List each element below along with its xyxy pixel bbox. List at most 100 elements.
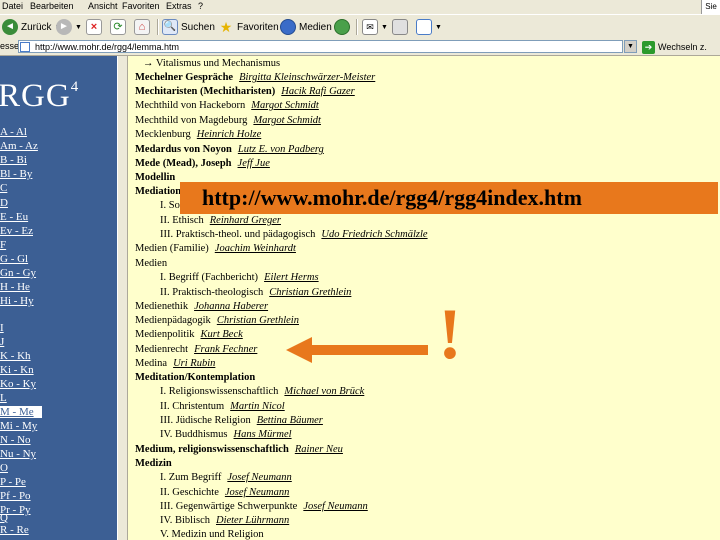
sidebar-item-a-al[interactable]: A - Al [0, 126, 27, 138]
sidebar-item-pf-po[interactable]: Pf - Po [0, 490, 31, 502]
history-icon [334, 19, 350, 35]
sidebar-item-ev-ez[interactable]: Ev - Ez [0, 225, 33, 237]
sidebar-item-nu-ny[interactable]: Nu - Ny [0, 448, 36, 460]
sidebar-item-j[interactable]: J [0, 336, 4, 348]
list-item[interactable]: Medina Uri Rubin [135, 358, 215, 369]
mail-icon: ✉ [362, 19, 378, 35]
sidebar-item-am-az[interactable]: Am - Az [0, 140, 38, 152]
list-item[interactable]: Medienethik Johanna Haberer [135, 301, 268, 312]
sidebar-item-c[interactable]: C [0, 182, 7, 194]
exclamation-mark: ! [438, 294, 462, 374]
list-item[interactable]: Medium, religionswissenschaftlich Rainer … [135, 444, 343, 455]
sidebar-item-ki-kn[interactable]: Ki - Kn [0, 364, 34, 376]
sidebar-item-h-he[interactable]: H - He [0, 281, 30, 293]
menu-ansicht[interactable]: Ansicht [88, 1, 118, 11]
search-label: Suchen [181, 21, 215, 33]
refresh-button[interactable]: ⟳ [110, 18, 126, 36]
mail-button[interactable]: ✉ ▼ [362, 18, 388, 36]
list-item[interactable]: Mediation [135, 186, 181, 197]
back-button[interactable]: ◄ Zurück ▼ [2, 18, 62, 36]
list-item[interactable]: Mede (Mead), Joseph Jeff Jue [135, 158, 270, 169]
list-item[interactable]: IV. Buddhismus Hans Mürmel [160, 429, 292, 440]
menu-extras[interactable]: Extras [166, 1, 192, 11]
media-button[interactable]: Medien [280, 18, 332, 36]
sidebar-item-f[interactable]: F [0, 239, 6, 251]
print-button[interactable] [392, 18, 408, 36]
list-item[interactable]: III. Gegenwärtige Schwerpunkte Josef Neum… [160, 501, 368, 512]
home-button[interactable]: ⌂ [134, 18, 150, 36]
list-item[interactable]: Medienpolitik Kurt Beck [135, 329, 243, 340]
forward-button[interactable]: ► ▼ [56, 18, 82, 36]
list-item[interactable]: I. Zum Begriff Josef Neumann [160, 472, 292, 483]
rgg-logo: RGG4 [0, 78, 80, 114]
window-title-stub: Sie [701, 0, 720, 14]
address-label: esse [0, 41, 20, 51]
list-item[interactable]: I. So [160, 200, 180, 211]
sidebar-item-mi-my[interactable]: Mi - My [0, 420, 37, 432]
list-item[interactable]: Mecklenburg Heinrich Holze [135, 129, 261, 140]
sidebar-item-m-me[interactable]: M - Me [0, 406, 42, 418]
sidebar-item-bl-by[interactable]: Bl - By [0, 168, 32, 180]
list-item[interactable]: III. Praktisch-theol. und pädagogisch Udo… [160, 229, 428, 240]
list-item[interactable]: Meditation/Kontemplation [135, 372, 255, 383]
history-button[interactable] [334, 18, 350, 36]
mail-dropdown-icon[interactable]: ▼ [381, 24, 388, 31]
sidebar: RGG4 A - Al Am - Az B - Bi Bl - By C D E… [0, 56, 117, 540]
list-item[interactable]: Mechthild von Hackeborn Margot Schmidt [135, 100, 319, 111]
forward-dropdown-icon[interactable]: ▼ [75, 24, 82, 31]
sidebar-item-o[interactable]: O [0, 462, 8, 474]
list-item[interactable]: Medien (Familie) Joachim Weinhardt [135, 243, 296, 254]
list-item[interactable]: II. Christentum Martin Nicol [160, 401, 285, 412]
favorites-button[interactable]: ★ Favoriten [218, 18, 279, 36]
sidebar-item-gn-gy[interactable]: Gn - Gy [0, 267, 36, 279]
stop-button[interactable]: × [86, 18, 102, 36]
menu-bearbeiten[interactable]: Bearbeiten [30, 1, 74, 11]
media-globe-icon [280, 19, 296, 35]
list-item[interactable]: Mechitaristen (Mechitharisten) Hacik Rafi… [135, 86, 355, 97]
list-item[interactable]: IV. Biblisch Dieter Lührmann [160, 515, 289, 526]
list-item[interactable]: Medienpädagogik Christian Grethlein [135, 315, 299, 326]
list-item[interactable]: I. Religionswissenschaftlich Michael von … [160, 386, 364, 397]
list-item[interactable]: Mechthild von Magdeburg Margot Schmidt [135, 115, 321, 126]
sidebar-item-e-eu[interactable]: E - Eu [0, 211, 28, 223]
media-label: Medien [299, 21, 332, 33]
sidebar-item-n-no[interactable]: N - No [0, 434, 31, 446]
sidebar-item-i[interactable]: I [0, 322, 4, 334]
menu-favoriten[interactable]: Favoriten [122, 1, 160, 11]
sidebar-item-b-bi[interactable]: B - Bi [0, 154, 27, 166]
page-icon [20, 42, 30, 52]
search-button[interactable]: 🔍 Suchen [162, 18, 215, 36]
list-item[interactable]: I. Begriff (Fachbericht) Eilert Herms [160, 272, 319, 283]
sidebar-item-ko-ky[interactable]: Ko - Ky [0, 378, 36, 390]
list-item[interactable]: III. Jüdische Religion Bettina Bäumer [160, 415, 323, 426]
go-button[interactable]: ➔ Wechseln z. [642, 40, 707, 54]
frame-divider[interactable] [117, 56, 128, 540]
list-item[interactable]: Modellin [135, 172, 175, 183]
toolbar: ◄ Zurück ▼ ► ▼ × ⟳ ⌂ 🔍 Suchen ★ Favorite… [0, 14, 720, 40]
sidebar-item-d[interactable]: D [0, 197, 8, 209]
list-item[interactable]: II. Praktisch-theologisch Christian Greth… [160, 287, 351, 298]
sidebar-item-l[interactable]: L [0, 392, 7, 404]
list-item[interactable]: Medien [135, 258, 167, 269]
list-item[interactable]: V. Medizin und Religion [160, 529, 264, 540]
edit-button[interactable]: ▼ [416, 18, 442, 36]
sidebar-item-r-re[interactable]: R - Re [0, 524, 29, 536]
menu-help[interactable]: ? [198, 1, 203, 11]
sidebar-item-k-kh[interactable]: K - Kh [0, 350, 31, 362]
list-item[interactable]: → Vitalismus und Mechanismus [143, 58, 280, 69]
sidebar-item-p-pe[interactable]: P - Pe [0, 476, 26, 488]
sidebar-item-g-gl[interactable]: G - Gl [0, 253, 28, 265]
sidebar-item-hi-hy[interactable]: Hi - Hy [0, 295, 34, 307]
sidebar-item-q[interactable]: Q [0, 512, 8, 524]
list-item[interactable]: Medizin [135, 458, 172, 469]
list-item[interactable]: Medardus von Noyon Lutz E. von Padberg [135, 144, 324, 155]
menu-datei[interactable]: Datei [2, 1, 23, 11]
edit-dropdown-icon[interactable]: ▼ [435, 24, 442, 31]
list-item[interactable]: Mechelner Gespräche Birgitta Kleinschwärz… [135, 72, 375, 83]
list-item[interactable]: II. Ethisch Reinhard Greger [160, 215, 281, 226]
lemma-list: → Vitalismus und Mechanismus Mechelner G… [128, 56, 720, 540]
address-input[interactable]: http://www.mohr.de/rgg4/lemma.htm [18, 40, 623, 53]
list-item[interactable]: II. Geschichte Josef Neumann [160, 487, 289, 498]
address-dropdown-icon[interactable]: ▼ [624, 40, 637, 53]
list-item[interactable]: Medienrecht Frank Fechner [135, 344, 257, 355]
